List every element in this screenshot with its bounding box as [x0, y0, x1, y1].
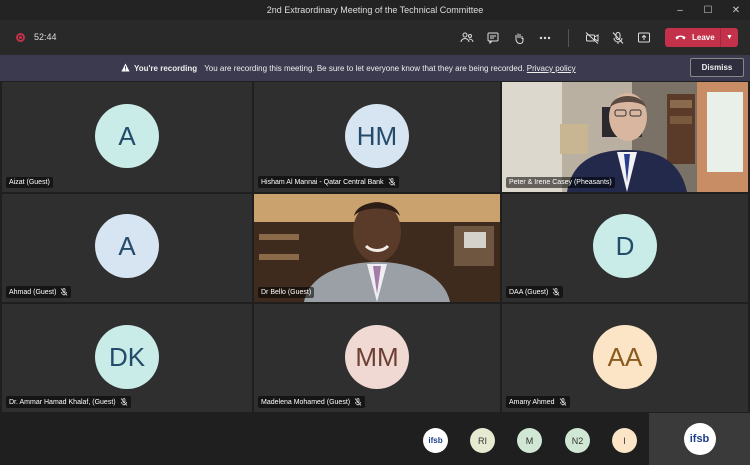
recording-banner: You're recording You are recording this …: [0, 55, 750, 81]
ifsb-logo: ifsb: [428, 436, 443, 445]
participant-name: Hisham Al Mannai - Qatar Central Bank: [258, 176, 399, 188]
phone-hangup-icon: [675, 33, 686, 42]
mic-muted-icon: [61, 288, 68, 296]
participant-name: Peter & Irene Casey (Pheasants): [506, 177, 615, 188]
mic-muted-icon: [354, 398, 362, 406]
more-icon: [539, 36, 551, 40]
participant-tile[interactable]: DK Dr. Ammar Hamad Khalaf, (Guest): [2, 304, 252, 412]
meeting-toolbar: 52:44 Leave ▼: [0, 20, 750, 55]
title-bar: 2nd Extraordinary Meeting of the Technic…: [0, 0, 750, 20]
participant-name: Ahmad (Guest): [6, 286, 72, 298]
avatar: AA: [593, 325, 657, 389]
overflow-bar: ifsb RI M N2 I ifsb: [0, 413, 750, 465]
overflow-participant[interactable]: RI: [470, 428, 495, 453]
participant-name: DAA (Guest): [506, 286, 564, 298]
participants-button[interactable]: [456, 27, 478, 49]
chat-button[interactable]: [482, 27, 504, 49]
participant-tile[interactable]: D DAA (Guest): [502, 194, 748, 302]
participant-name: Madelena Mohamed (Guest): [258, 396, 366, 408]
ifsb-logo: ifsb: [683, 423, 716, 455]
participant-name: Aizat (Guest): [6, 177, 53, 188]
overflow-participant-logo[interactable]: ifsb: [423, 428, 448, 453]
hand-icon: [515, 33, 524, 45]
avatar: HM: [345, 104, 409, 168]
participant-name: Amany Ahmed: [506, 396, 570, 408]
leave-label: Leave: [692, 33, 715, 42]
window-title: 2nd Extraordinary Meeting of the Technic…: [266, 5, 484, 15]
participant-tile[interactable]: AA Amany Ahmed: [502, 304, 748, 412]
mic-muted-icon: [552, 288, 560, 296]
overflow-participant[interactable]: I: [612, 428, 637, 453]
participant-tile[interactable]: HM Hisham Al Mannai - Qatar Central Bank: [254, 82, 500, 192]
mic-muted-icon: [559, 398, 566, 406]
camera-off-icon: [585, 32, 598, 44]
raise-hand-button[interactable]: [508, 27, 530, 49]
video-grid: A Aizat (Guest) HM Hisham Al Mannai - Qa…: [2, 82, 748, 412]
warning-icon: [121, 63, 130, 74]
chevron-down-icon[interactable]: ▼: [720, 28, 738, 47]
avatar: A: [95, 104, 159, 168]
banner-message: You are recording this meeting. Be sure …: [204, 64, 525, 73]
window-controls: – ☐ ✕: [666, 0, 750, 20]
dismiss-button[interactable]: Dismiss: [690, 58, 744, 77]
avatar: D: [593, 214, 657, 278]
people-icon: [460, 32, 474, 43]
recording-icon: [16, 33, 25, 42]
more-actions-button[interactable]: [534, 27, 556, 49]
self-view[interactable]: ifsb: [649, 413, 750, 465]
participant-name: Dr Bello (Guest): [258, 287, 315, 298]
participant-tile[interactable]: MM Madelena Mohamed (Guest): [254, 304, 500, 412]
self-view-label: ifsb: [689, 433, 710, 445]
video-feed-image: [254, 194, 500, 302]
chat-icon: [487, 32, 499, 45]
participant-video-tile[interactable]: Dr Bello (Guest): [254, 194, 500, 302]
meeting-timer: 52:44: [34, 32, 57, 42]
mic-muted-icon: [388, 178, 395, 186]
video-feed-image: [502, 82, 748, 192]
camera-toggle-button[interactable]: [581, 27, 603, 49]
avatar: MM: [345, 325, 409, 389]
privacy-policy-link[interactable]: Privacy policy: [527, 64, 576, 73]
overflow-participant[interactable]: M: [517, 428, 542, 453]
participant-video-tile[interactable]: Peter & Irene Casey (Pheasants): [502, 82, 748, 192]
banner-heading: You're recording: [134, 64, 198, 73]
minimize-button[interactable]: –: [666, 0, 694, 20]
maximize-button[interactable]: ☐: [694, 0, 722, 20]
participant-name: Dr. Ammar Hamad Khalaf, (Guest): [6, 396, 131, 408]
mic-off-icon: [612, 32, 624, 44]
overflow-participant[interactable]: N2: [565, 428, 590, 453]
avatar: A: [95, 214, 159, 278]
avatar: DK: [95, 325, 159, 389]
participant-tile[interactable]: A Ahmad (Guest): [2, 194, 252, 302]
participant-tile[interactable]: A Aizat (Guest): [2, 82, 252, 192]
toolbar-divider: [568, 29, 569, 47]
share-icon: [638, 32, 650, 43]
share-button[interactable]: [633, 27, 655, 49]
mic-toggle-button[interactable]: [607, 27, 629, 49]
mic-muted-icon: [120, 398, 127, 406]
leave-button[interactable]: Leave ▼: [665, 28, 738, 47]
close-button[interactable]: ✕: [722, 0, 750, 20]
